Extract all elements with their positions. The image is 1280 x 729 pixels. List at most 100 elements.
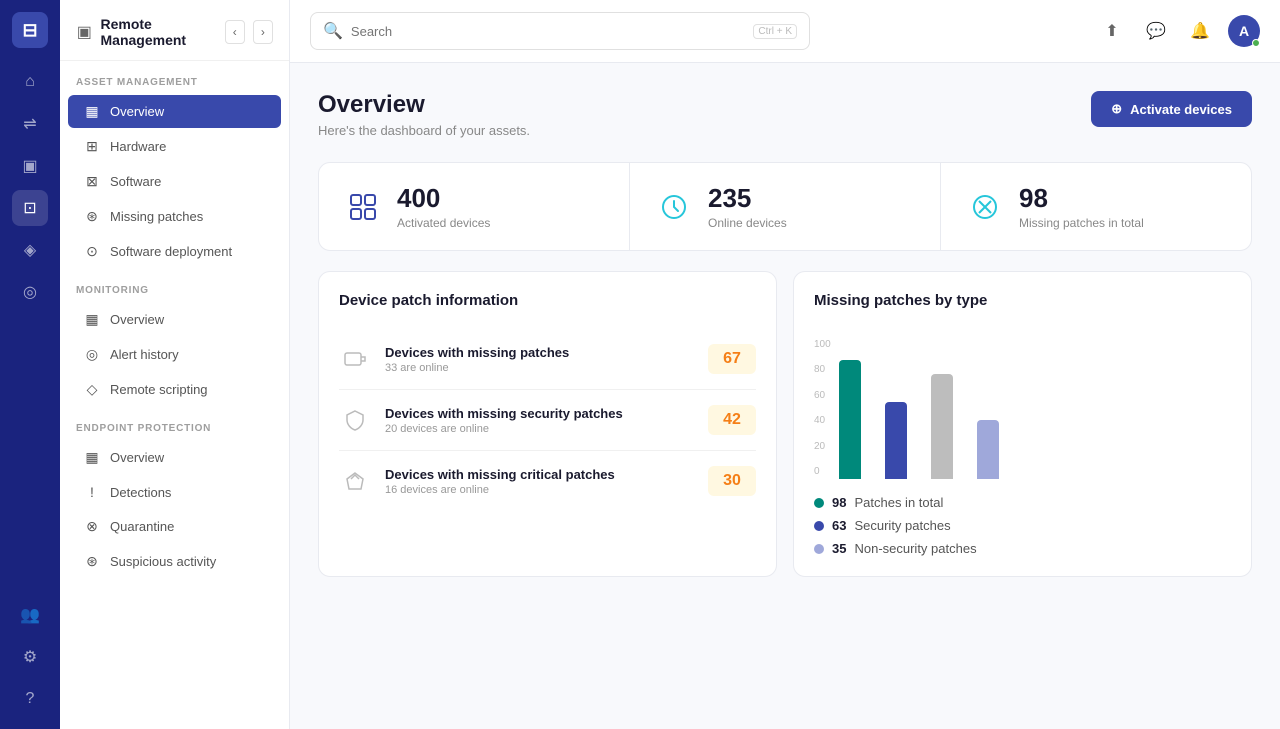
patch-panel: Device patch information Devices with mi…: [318, 271, 777, 577]
upload-icon-btn[interactable]: ⬆: [1096, 15, 1128, 47]
activate-btn-label: Activate devices: [1130, 102, 1232, 117]
legend-dot-total: [814, 498, 824, 508]
section-label-monitoring: MONITORING: [60, 269, 289, 302]
patch-security-sub: 20 devices are online: [385, 423, 694, 435]
stat-missing-info: 98 Missing patches in total: [1019, 183, 1144, 230]
main-area: 🔍 Ctrl + K ⬆ 💬 🔔 A Overview Here's the d…: [290, 0, 1280, 729]
nav-filter[interactable]: ⇌: [12, 106, 48, 142]
sidebar-item-ep-overview[interactable]: ▦ Overview: [68, 441, 281, 474]
sidebar-item-label: Suspicious activity: [110, 554, 216, 569]
nav-gear[interactable]: ⚙: [12, 639, 48, 675]
sidebar-item-hardware[interactable]: ⊞ Hardware: [68, 130, 281, 163]
sidebar-item-software[interactable]: ⊠ Software: [68, 165, 281, 198]
mon-overview-icon: ▦: [84, 311, 100, 328]
software-icon: ⊠: [84, 173, 100, 190]
sidebar-item-alert-history[interactable]: ◎ Alert history: [68, 338, 281, 371]
section-label-endpoint: ENDPOINT PROTECTION: [60, 407, 289, 440]
bar-total: [839, 360, 861, 479]
sidebar-item-detections[interactable]: ! Detections: [68, 476, 281, 508]
sidebar-item-suspicious[interactable]: ⊛ Suspicious activity: [68, 545, 281, 578]
sidebar-header-title: Remote Management: [101, 16, 217, 48]
search-box[interactable]: 🔍 Ctrl + K: [310, 12, 810, 50]
missing-patches-icon: ⊛: [84, 208, 100, 225]
y-label-3: 60: [814, 390, 831, 401]
chart-legend: 98 Patches in total 63 Security patches …: [814, 495, 1231, 556]
legend-count-total: 98: [832, 495, 846, 510]
y-label-1: 20: [814, 441, 831, 452]
bar-nonsecurity-1: [931, 374, 953, 479]
legend-dot-nonsecurity: [814, 544, 824, 554]
bell-icon-btn[interactable]: 🔔: [1184, 15, 1216, 47]
sidebar-item-label: Missing patches: [110, 209, 203, 224]
patch-item-critical: Devices with missing critical patches 16…: [339, 451, 756, 511]
sidebar-item-label: Software: [110, 174, 161, 189]
stat-missing-patches: 98 Missing patches in total: [941, 163, 1251, 250]
sidebar-header-icon: ▣: [76, 22, 93, 42]
bar-nonsecurity-2: [977, 420, 999, 479]
patch-security-title: Devices with missing security patches: [385, 406, 694, 421]
sidebar-nav-back[interactable]: ‹: [225, 20, 245, 44]
stat-activated-info: 400 Activated devices: [397, 183, 490, 230]
patch-missing-title: Devices with missing patches: [385, 345, 694, 360]
suspicious-icon: ⊛: [84, 553, 100, 570]
nav-shield[interactable]: ◎: [12, 274, 48, 310]
nav-home[interactable]: ⌂: [12, 64, 48, 100]
sidebar-item-label: Remote scripting: [110, 382, 208, 397]
icon-sidebar: ⊟ ⌂ ⇌ ▣ ⊡ ◈ ◎ 👥 ⚙ ?: [0, 0, 60, 729]
bar-group-2: [885, 402, 907, 479]
chart-panel: Missing patches by type 0 20 40 60 80 10…: [793, 271, 1252, 577]
nav-users[interactable]: 👥: [12, 597, 48, 633]
stat-online-icon: [654, 187, 694, 227]
patch-critical-sub: 16 devices are online: [385, 484, 694, 496]
search-input[interactable]: [351, 24, 745, 39]
sidebar-item-label: Detections: [110, 485, 171, 500]
page-header: Overview Here's the dashboard of your as…: [318, 91, 1252, 138]
nav-diamond[interactable]: ◈: [12, 232, 48, 268]
patch-item-security: Devices with missing security patches 20…: [339, 390, 756, 451]
deployment-icon: ⊙: [84, 243, 100, 260]
activate-devices-button[interactable]: ⊕ Activate devices: [1091, 91, 1252, 127]
topbar-actions: ⬆ 💬 🔔 A: [1096, 15, 1260, 47]
stat-activated-number: 400: [397, 183, 490, 214]
stat-missing-label: Missing patches in total: [1019, 216, 1144, 230]
patch-panel-title: Device patch information: [339, 292, 756, 309]
app-logo[interactable]: ⊟: [12, 12, 48, 48]
section-label-asset: ASSET MANAGEMENT: [60, 61, 289, 94]
nav-patch[interactable]: ⊡: [12, 190, 48, 226]
patch-critical-badge: 30: [708, 466, 756, 496]
sidebar-item-missing-patches[interactable]: ⊛ Missing patches: [68, 200, 281, 233]
page-subtitle: Here's the dashboard of your assets.: [318, 123, 530, 138]
legend-label-nonsecurity: Non-security patches: [854, 541, 976, 556]
patch-critical-info: Devices with missing critical patches 16…: [385, 467, 694, 496]
stat-activated-icon: [343, 187, 383, 227]
activate-plus-icon: ⊕: [1111, 101, 1122, 117]
sidebar-item-quarantine[interactable]: ⊗ Quarantine: [68, 510, 281, 543]
legend-count-nonsecurity: 35: [832, 541, 846, 556]
sidebar-item-label: Overview: [110, 450, 164, 465]
search-shortcut: Ctrl + K: [753, 24, 797, 39]
patch-critical-title: Devices with missing critical patches: [385, 467, 694, 482]
chat-icon-btn[interactable]: 💬: [1140, 15, 1172, 47]
sidebar-item-remote-scripting[interactable]: ◇ Remote scripting: [68, 373, 281, 406]
patch-missing-sub: 33 are online: [385, 362, 694, 374]
stat-online-number: 235: [708, 183, 787, 214]
sidebar-item-label: Overview: [110, 312, 164, 327]
content: Overview Here's the dashboard of your as…: [290, 63, 1280, 729]
avatar[interactable]: A: [1228, 15, 1260, 47]
page-title: Overview: [318, 91, 530, 119]
patch-missing-badge: 67: [708, 344, 756, 374]
sidebar-item-mon-overview[interactable]: ▦ Overview: [68, 303, 281, 336]
stat-online-label: Online devices: [708, 216, 787, 230]
page-header-text: Overview Here's the dashboard of your as…: [318, 91, 530, 138]
nav-monitor[interactable]: ▣: [12, 148, 48, 184]
legend-total: 98 Patches in total: [814, 495, 1231, 510]
quarantine-icon: ⊗: [84, 518, 100, 535]
legend-label-total: Patches in total: [854, 495, 943, 510]
nav-help[interactable]: ?: [12, 681, 48, 717]
sidebar-item-overview[interactable]: ▦ Overview: [68, 95, 281, 128]
sidebar-nav-forward[interactable]: ›: [253, 20, 273, 44]
patch-security-badge: 42: [708, 405, 756, 435]
sidebar-item-software-deployment[interactable]: ⊙ Software deployment: [68, 235, 281, 268]
bar-group-1: [839, 360, 861, 479]
bar-security: [885, 402, 907, 479]
